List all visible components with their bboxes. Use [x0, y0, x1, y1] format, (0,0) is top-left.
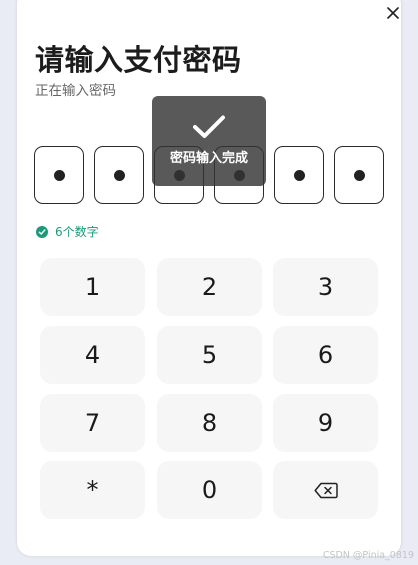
pin-dot — [353, 169, 365, 181]
key-5[interactable]: 5 — [157, 326, 262, 384]
key-star[interactable]: * — [40, 461, 145, 519]
pin-box-6[interactable] — [334, 146, 384, 204]
key-0[interactable]: 0 — [157, 461, 262, 519]
key-6[interactable]: 6 — [273, 326, 378, 384]
key-7[interactable]: 7 — [40, 394, 145, 452]
dialog-title: 请输入支付密码 — [35, 43, 242, 77]
pin-box-5[interactable] — [274, 146, 324, 204]
digit-hint-text: 6个数字 — [55, 225, 99, 239]
backspace-icon — [313, 482, 338, 498]
pin-box-2[interactable] — [94, 146, 144, 204]
backspace-key[interactable] — [273, 461, 378, 519]
key-4[interactable]: 4 — [40, 326, 145, 384]
key-3[interactable]: 3 — [273, 258, 378, 316]
watermark: CSDN @Pinia_0819 — [322, 550, 414, 561]
key-2[interactable]: 2 — [157, 258, 262, 316]
pin-dot — [293, 169, 305, 181]
pin-box-1[interactable] — [34, 146, 84, 204]
toast: 密码输入完成 — [152, 96, 266, 186]
toast-text: 密码输入完成 — [169, 151, 248, 166]
close-button[interactable] — [384, 4, 402, 22]
close-icon — [387, 7, 399, 19]
dialog-subtitle: 正在输入密码 — [35, 83, 116, 99]
checkmark-icon — [193, 115, 225, 138]
pin-dot — [113, 169, 125, 181]
key-1[interactable]: 1 — [40, 258, 145, 316]
digit-hint: 6个数字 — [36, 223, 99, 240]
check-circle-icon — [36, 225, 48, 238]
key-8[interactable]: 8 — [157, 394, 262, 452]
key-9[interactable]: 9 — [273, 394, 378, 452]
pin-dot — [53, 169, 65, 181]
